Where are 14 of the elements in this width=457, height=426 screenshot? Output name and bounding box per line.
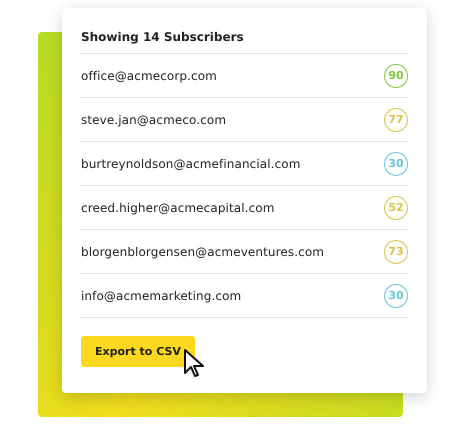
subscriber-email: info@acmemarketing.com <box>81 288 242 302</box>
subscriber-email: burtreynoldson@acmefinancial.com <box>81 156 301 170</box>
score-badge: 90 <box>384 64 408 88</box>
score-badge: 30 <box>384 284 408 308</box>
score-badge: 77 <box>384 108 408 132</box>
subscriber-email: office@acmecorp.com <box>81 68 217 82</box>
score-badge: 73 <box>384 240 408 264</box>
export-button[interactable]: Export to CSV <box>81 336 195 367</box>
subscriber-email: blorgenblorgensen@acmeventures.com <box>81 244 324 258</box>
score-badge: 52 <box>384 196 408 220</box>
card-title: Showing 14 Subscribers <box>81 30 408 54</box>
subscriber-email: steve.jan@acmeco.com <box>81 112 226 126</box>
subscriber-email: creed.higher@acmecapital.com <box>81 200 275 214</box>
score-badge: 30 <box>384 152 408 176</box>
